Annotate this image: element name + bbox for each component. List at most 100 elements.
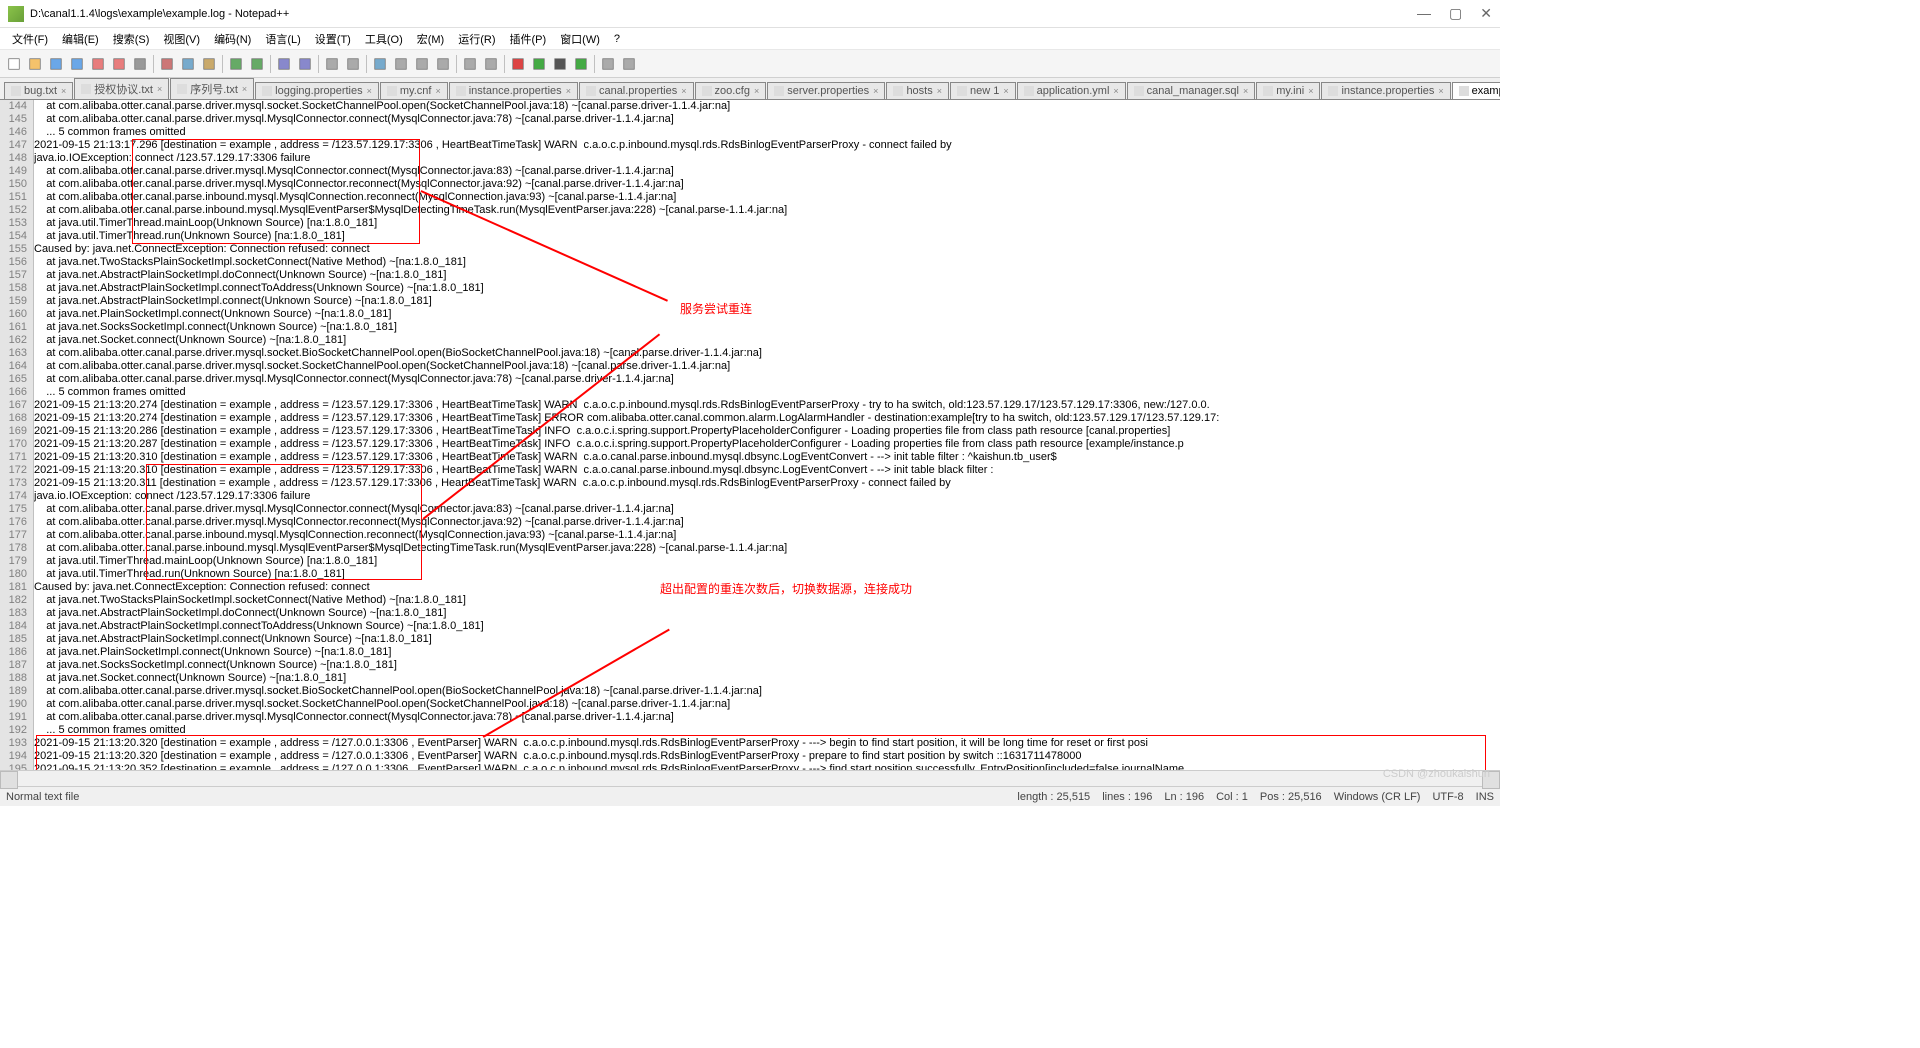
code-line[interactable]: at java.net.PlainSocketImpl.connect(Unkn… [34,646,1500,659]
code-line[interactable]: 2021-09-15 21:13:20.310 [destination = e… [34,451,1500,464]
tab[interactable]: 授权协议.txt× [74,78,169,99]
code-line[interactable]: at java.net.Socket.connect(Unknown Sourc… [34,334,1500,347]
wrap-icon[interactable] [391,54,411,74]
code-line[interactable]: 2021-09-15 21:13:17.296 [destination = e… [34,139,1500,152]
paste-icon[interactable] [199,54,219,74]
close-tab-icon[interactable]: × [1243,86,1248,96]
code-line[interactable]: ... 5 common frames omitted [34,724,1500,737]
tab[interactable]: server.properties× [767,82,885,99]
code-line[interactable]: 2021-09-15 21:13:20.310 [destination = e… [34,464,1500,477]
code-line[interactable]: at com.alibaba.otter.canal.parse.driver.… [34,373,1500,386]
menu-item[interactable]: 语言(L) [259,29,306,49]
menu-item[interactable]: 编辑(E) [56,29,105,49]
code-line[interactable]: at com.alibaba.otter.canal.parse.driver.… [34,503,1500,516]
minimize-button[interactable]: — [1417,5,1431,22]
code-line[interactable]: at java.net.Socket.connect(Unknown Sourc… [34,672,1500,685]
sync-icon[interactable] [370,54,390,74]
macro-rec-icon[interactable] [508,54,528,74]
close-tab-icon[interactable]: × [157,84,162,94]
code-line[interactable]: at java.net.SocksSocketImpl.connect(Unkn… [34,659,1500,672]
fold-icon[interactable] [460,54,480,74]
menu-item[interactable]: 运行(R) [452,29,501,49]
menu-item[interactable]: 视图(V) [157,29,206,49]
close-tab-icon[interactable]: × [1003,86,1008,96]
code-line[interactable]: 2021-09-15 21:13:20.320 [destination = e… [34,750,1500,763]
tab[interactable]: 序列号.txt× [170,78,254,99]
tab[interactable]: my.ini× [1256,82,1320,99]
indent-icon[interactable] [433,54,453,74]
find-icon[interactable] [274,54,294,74]
open-icon[interactable] [25,54,45,74]
code-line[interactable]: at com.alibaba.otter.canal.parse.inbound… [34,542,1500,555]
macro-stop-icon[interactable] [550,54,570,74]
menu-item[interactable]: 宏(M) [411,29,451,49]
tab[interactable]: new 1× [950,82,1016,99]
code-line[interactable]: at java.util.TimerThread.mainLoop(Unknow… [34,555,1500,568]
menu-item[interactable]: 插件(P) [504,29,553,49]
code-line[interactable]: at java.net.SocksSocketImpl.connect(Unkn… [34,321,1500,334]
code-line[interactable]: at com.alibaba.otter.canal.parse.driver.… [34,113,1500,126]
code-line[interactable]: java.io.IOException: connect /123.57.129… [34,490,1500,503]
code-line[interactable]: 2021-09-15 21:13:20.286 [destination = e… [34,425,1500,438]
close-tab-icon[interactable]: × [681,86,686,96]
menu-item[interactable]: 编码(N) [208,29,257,49]
code-line[interactable]: at java.net.AbstractPlainSocketImpl.conn… [34,620,1500,633]
menu-item[interactable]: 文件(F) [6,29,54,49]
close-tab-icon[interactable]: × [1438,86,1443,96]
code-line[interactable]: at com.alibaba.otter.canal.parse.inbound… [34,191,1500,204]
menu-item[interactable]: 窗口(W) [554,29,606,49]
code-line[interactable]: at java.net.PlainSocketImpl.connect(Unkn… [34,308,1500,321]
close-tab-icon[interactable]: × [367,86,372,96]
code-line[interactable]: at com.alibaba.otter.canal.parse.driver.… [34,100,1500,113]
replace-icon[interactable] [295,54,315,74]
save-all-icon[interactable] [67,54,87,74]
menu-item[interactable]: ? [608,31,626,47]
maximize-button[interactable]: ▢ [1449,5,1462,22]
tab[interactable]: bug.txt× [4,82,73,99]
code-line[interactable]: 2021-09-15 21:13:20.352 [destination = e… [34,763,1500,770]
code-line[interactable]: at com.alibaba.otter.canal.parse.driver.… [34,698,1500,711]
code-line[interactable]: at java.net.AbstractPlainSocketImpl.conn… [34,282,1500,295]
code-line[interactable]: 2021-09-15 21:13:20.274 [destination = e… [34,412,1500,425]
tab[interactable]: zoo.cfg× [695,82,767,99]
close-icon[interactable] [88,54,108,74]
code-line[interactable]: at com.alibaba.otter.canal.parse.driver.… [34,711,1500,724]
save-icon[interactable] [46,54,66,74]
code-line[interactable]: ... 5 common frames omitted [34,126,1500,139]
close-tab-icon[interactable]: × [435,86,440,96]
code-line[interactable]: ... 5 common frames omitted [34,386,1500,399]
monitor-icon[interactable] [598,54,618,74]
horizontal-scrollbar[interactable] [0,770,1500,786]
code-line[interactable]: at com.alibaba.otter.canal.parse.driver.… [34,685,1500,698]
tab[interactable]: example.log× [1452,82,1500,99]
tab[interactable]: instance.properties× [449,82,578,99]
tab[interactable]: instance.properties× [1321,82,1450,99]
code-line[interactable]: at com.alibaba.otter.canal.parse.driver.… [34,178,1500,191]
tab[interactable]: my.cnf× [380,82,448,99]
code-line[interactable]: at com.alibaba.otter.canal.parse.inbound… [34,529,1500,542]
code-line[interactable]: 2021-09-15 21:13:20.287 [destination = e… [34,438,1500,451]
tab[interactable]: hosts× [886,82,949,99]
all-chars-icon[interactable] [412,54,432,74]
close-tab-icon[interactable]: × [937,86,942,96]
redo-icon[interactable] [247,54,267,74]
code-line[interactable]: 2021-09-15 21:13:20.320 [destination = e… [34,737,1500,750]
close-tab-icon[interactable]: × [873,86,878,96]
close-tab-icon[interactable]: × [566,86,571,96]
macro-run-icon[interactable] [571,54,591,74]
code-line[interactable]: at com.alibaba.otter.canal.parse.driver.… [34,360,1500,373]
macro-play-icon[interactable] [529,54,549,74]
text-editor[interactable]: at com.alibaba.otter.canal.parse.driver.… [34,100,1500,770]
menu-item[interactable]: 设置(T) [309,29,357,49]
tab[interactable]: logging.properties× [255,82,379,99]
doc-map-icon[interactable] [619,54,639,74]
unfold-icon[interactable] [481,54,501,74]
code-line[interactable]: at java.net.AbstractPlainSocketImpl.doCo… [34,607,1500,620]
code-line[interactable]: at com.alibaba.otter.canal.parse.driver.… [34,516,1500,529]
code-line[interactable]: Caused by: java.net.ConnectException: Co… [34,243,1500,256]
close-tab-icon[interactable]: × [1113,86,1118,96]
tab[interactable]: application.yml× [1017,82,1126,99]
close-tab-icon[interactable]: × [754,86,759,96]
undo-icon[interactable] [226,54,246,74]
menu-item[interactable]: 工具(O) [359,29,409,49]
